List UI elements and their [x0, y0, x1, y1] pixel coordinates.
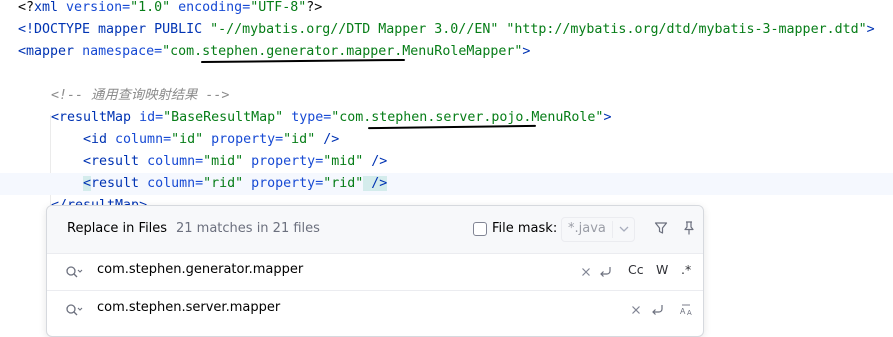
search-input[interactable]: com.stephen.generator.mapper — [97, 262, 303, 277]
token: "rid" — [203, 176, 244, 191]
newline-icon[interactable] — [650, 302, 666, 318]
token: > — [866, 22, 875, 37]
token: type= — [283, 110, 332, 125]
token: "mid" — [203, 154, 244, 169]
bracket-match: < — [83, 176, 92, 191]
token: "com.stephen.generator.mapper.MenuRoleMa… — [162, 44, 523, 59]
file-mask-dropdown[interactable]: *.java — [561, 217, 635, 242]
whole-words-toggle[interactable]: W — [656, 262, 668, 277]
token: "com.stephen.server.pojo.MenuRole" — [331, 110, 604, 125]
token: ?> — [306, 0, 323, 15]
token: column= — [139, 176, 204, 191]
popup-header: Replace in Files 21 matches in 21 files … — [47, 206, 703, 254]
token: <!DOCTYPE mapper PUBLIC — [18, 22, 211, 37]
code-line-9: <result column="rid" property="rid" /> — [83, 173, 388, 195]
token: "mid" — [323, 154, 364, 169]
token: "1.0" — [130, 0, 171, 15]
replace-in-files-popup: Replace in Files 21 matches in 21 files … — [46, 205, 704, 337]
token: column= — [139, 154, 204, 169]
file-mask-checkbox[interactable] — [473, 222, 487, 236]
token: < — [83, 154, 92, 169]
divider — [612, 221, 613, 238]
file-mask-value: *.java — [568, 221, 606, 236]
chevron-down-icon — [619, 226, 629, 232]
svg-text:A: A — [680, 307, 686, 316]
popup-title: Replace in Files — [67, 221, 168, 236]
code-line-7: <id column="id" property="id" /> — [83, 129, 339, 151]
code-line-2: <!DOCTYPE mapper PUBLIC "-//mybatis.org/… — [18, 19, 875, 41]
code-line-1: <?xml version="1.0" encoding="UTF-8"?> — [18, 0, 322, 19]
token: > — [522, 44, 531, 59]
bracket-match: /> — [363, 176, 388, 191]
token: "http://mybatis.org/dtd/mybatis-3-mapper… — [506, 22, 867, 37]
comment: <!-- 通用查询映射结果 --> — [51, 88, 230, 103]
token: > — [603, 110, 612, 125]
svg-text:A: A — [687, 310, 692, 317]
token: result — [91, 154, 140, 169]
match-case-toggle[interactable]: Cc — [628, 262, 644, 277]
clear-icon[interactable] — [628, 302, 644, 318]
code-line-8: <result column="mid" property="mid" /> — [83, 151, 387, 173]
match-count: 21 matches in 21 files — [176, 221, 320, 236]
newline-icon[interactable] — [598, 264, 614, 280]
token: < — [83, 132, 92, 147]
token: property= — [243, 176, 324, 191]
token: column= — [107, 132, 172, 147]
token: "id" — [171, 132, 204, 147]
file-mask-label: File mask: — [492, 221, 558, 236]
token: "BaseResultMap" — [163, 110, 284, 125]
token: id — [91, 132, 108, 147]
token: property= — [203, 132, 284, 147]
token: < — [51, 110, 60, 125]
token: result — [91, 176, 140, 191]
search-row: com.stephen.generator.mapper Cc W .* — [47, 253, 703, 291]
clear-icon[interactable] — [578, 264, 594, 280]
replace-input[interactable]: com.stephen.server.mapper — [97, 300, 280, 315]
token: encoding= — [170, 0, 251, 15]
token: <? — [18, 0, 35, 15]
search-history-icon[interactable] — [65, 264, 83, 280]
token: /> — [363, 154, 388, 169]
token: "UTF-8" — [250, 0, 307, 15]
token: resultMap — [59, 110, 132, 125]
preserve-case-icon[interactable]: AA — [679, 302, 695, 318]
token: namespace= — [74, 44, 163, 59]
filter-icon[interactable] — [653, 220, 669, 236]
pin-icon[interactable] — [681, 220, 697, 236]
token: id= — [131, 110, 164, 125]
replace-row: com.stephen.server.mapper AA — [47, 291, 703, 328]
token: "id" — [283, 132, 316, 147]
token: < — [18, 44, 27, 59]
token: mapper — [26, 44, 75, 59]
token: property= — [243, 154, 324, 169]
token: version= — [58, 0, 131, 15]
replace-history-icon[interactable] — [65, 302, 83, 318]
token: xml — [34, 0, 59, 15]
token: "-//mybatis.org//DTD Mapper 3.0//EN" — [210, 22, 499, 37]
token: "rid" — [323, 176, 364, 191]
token: /> — [315, 132, 340, 147]
code-line-5: <!-- 通用查询映射结果 --> — [51, 85, 229, 107]
regex-toggle[interactable]: .* — [681, 262, 691, 277]
